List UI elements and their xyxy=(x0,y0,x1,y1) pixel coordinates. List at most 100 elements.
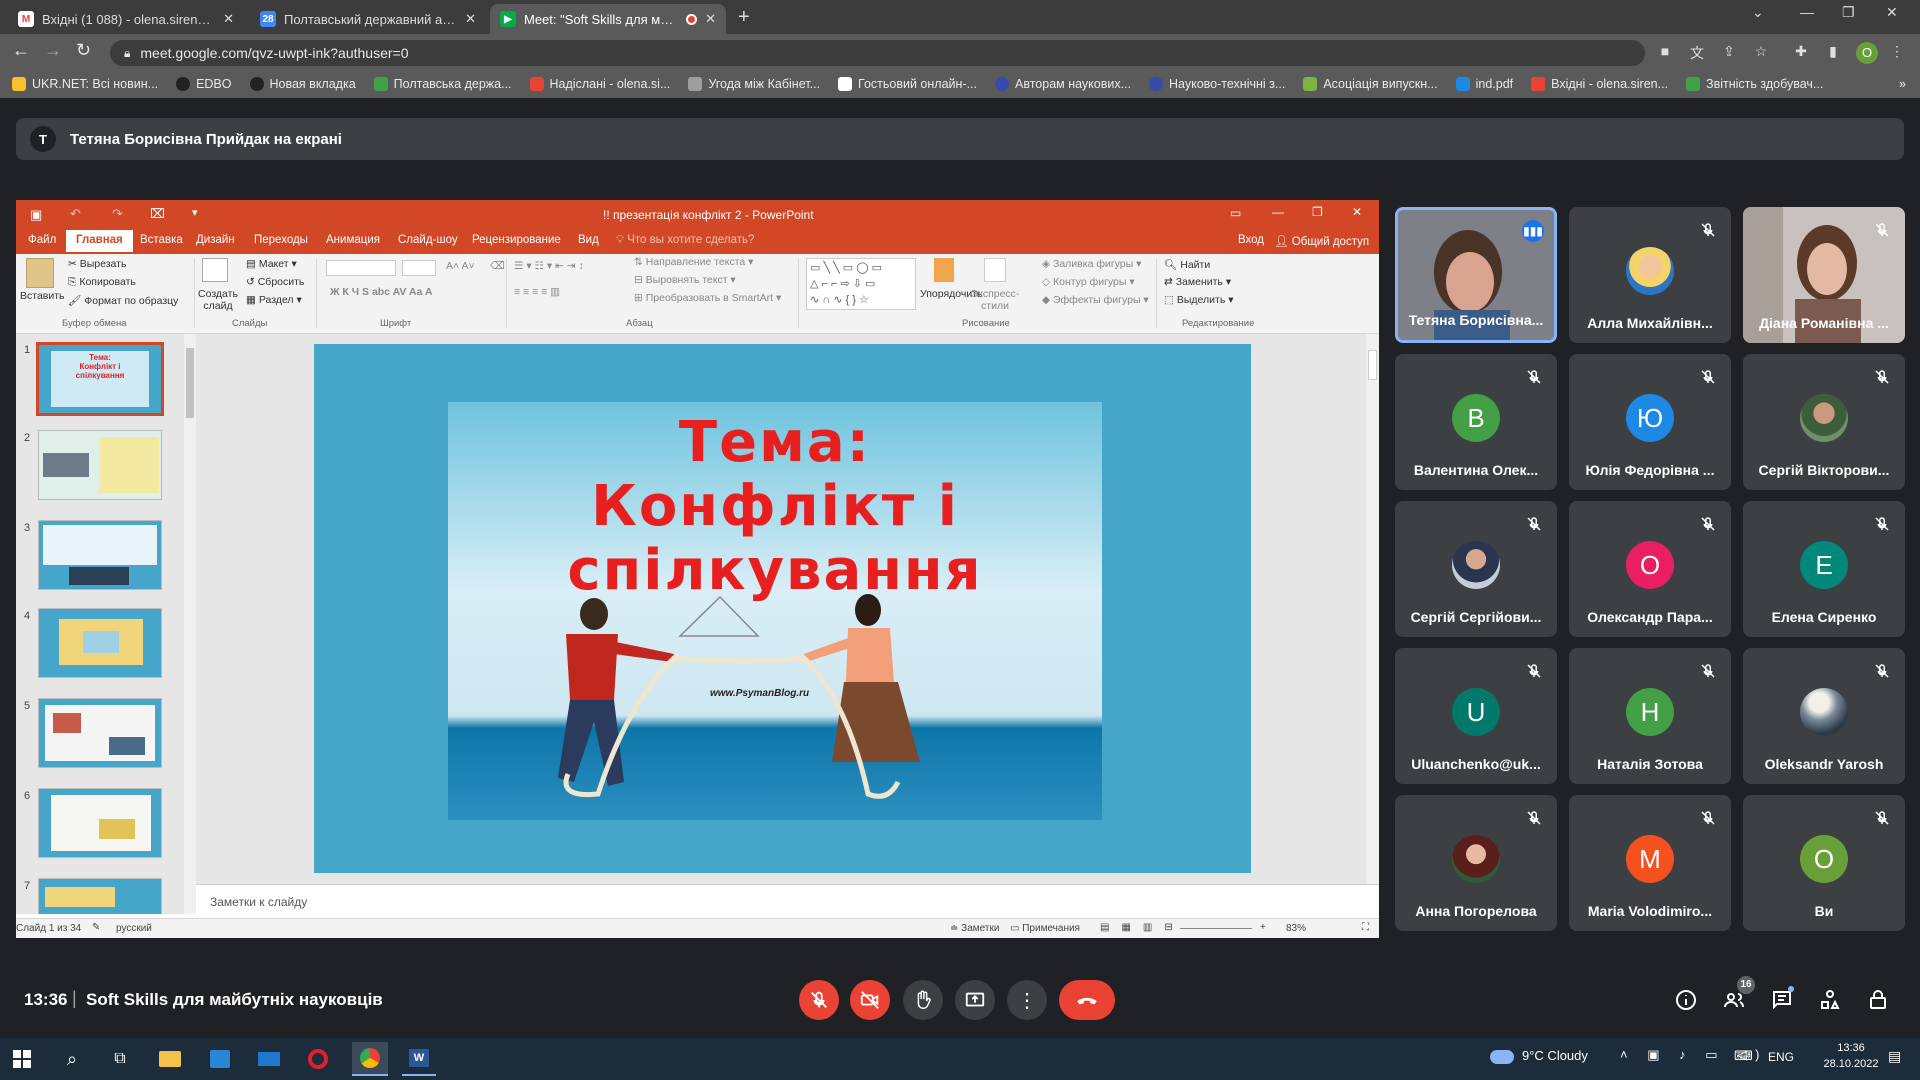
camera-icon[interactable]: ■ xyxy=(1656,43,1674,61)
activities-icon[interactable] xyxy=(1818,988,1842,1012)
slide-thumbnail-7[interactable] xyxy=(38,878,162,914)
taskbar-clock[interactable]: 13:36 28.10.2022 xyxy=(1820,1042,1882,1070)
close-tab-icon[interactable]: ✕ xyxy=(465,11,476,27)
list-buttons[interactable]: ☰ ▾ ☷ ▾ ⇤ ⇥ ↕ xyxy=(514,260,584,272)
bookmark-star-icon[interactable]: ☆ xyxy=(1752,43,1770,61)
replace-button[interactable]: ⇄ Заменить ▾ xyxy=(1164,276,1231,288)
profile-avatar[interactable]: O xyxy=(1856,42,1878,64)
tab-transitions[interactable]: Переходы xyxy=(254,234,308,246)
participant-tile[interactable]: ▮▮▮ Тетяна Борисівна... xyxy=(1395,207,1557,343)
text-direction-button[interactable]: ⇅ Направление текста ▾ xyxy=(634,256,753,268)
camera-toggle-button[interactable] xyxy=(850,980,890,1020)
search-icon[interactable]: ⌕ xyxy=(58,1045,86,1073)
notifications-icon[interactable]: ▤ xyxy=(1888,1048,1901,1065)
store-icon[interactable] xyxy=(206,1045,234,1073)
tab-slideshow[interactable]: Слайд-шоу xyxy=(398,234,458,246)
slide-thumbnail-1[interactable]: Тема: Конфлікт і спілкування xyxy=(36,342,164,416)
bookmark-item[interactable]: Новая вкладка xyxy=(249,77,356,91)
paste-icon[interactable] xyxy=(26,258,54,288)
participant-tile[interactable]: Анна Погорелова xyxy=(1395,795,1557,931)
participant-tile[interactable]: Oleksandr Yarosh xyxy=(1743,648,1905,784)
zoom-slider[interactable] xyxy=(1180,928,1252,929)
close-tab-icon[interactable]: ✕ xyxy=(223,11,234,27)
format-painter-button[interactable]: 🖌︎ Формат по образцу xyxy=(68,294,178,307)
forward-button[interactable]: → xyxy=(44,40,62,61)
close-tab-icon[interactable]: ✕ xyxy=(705,11,716,27)
participant-tile[interactable]: Діана Романівна ... xyxy=(1743,207,1905,343)
bookmark-item[interactable]: Асоціація випускн... xyxy=(1303,77,1438,91)
font-style-buttons[interactable]: Ж К Ч S abc AV Aa A xyxy=(330,286,432,298)
keyboard-icon[interactable]: ⌨ xyxy=(1734,1048,1753,1064)
bookmark-item[interactable]: Угода між Кабінет... xyxy=(688,77,820,91)
tell-me-box[interactable]: 💡︎ Что вы хотите сделать? xyxy=(616,234,754,247)
slide-thumbnail-3[interactable] xyxy=(38,520,162,590)
participant-tile[interactable]: О Олександр Пара... xyxy=(1569,501,1731,637)
zoom-level[interactable]: 83% xyxy=(1286,923,1306,934)
font-size-dropdown[interactable] xyxy=(402,260,436,276)
menu-icon[interactable]: ⋮ xyxy=(1888,43,1906,61)
bookmark-item[interactable]: ind.pdf xyxy=(1455,77,1513,91)
restore-button[interactable]: ❐ xyxy=(1842,4,1855,21)
shape-effects-button[interactable]: ◆ Эффекты фигуры ▾ xyxy=(1042,294,1149,306)
participant-tile[interactable]: Алла Михайлівн... xyxy=(1569,207,1731,343)
slide-thumbnail-2[interactable] xyxy=(38,430,162,500)
weather-cloud-icon[interactable] xyxy=(1490,1050,1514,1064)
redo-icon[interactable]: ↷ xyxy=(112,206,123,222)
slide-thumbnail-6[interactable] xyxy=(38,788,162,858)
chrome-icon[interactable] xyxy=(352,1042,388,1076)
reset-button[interactable]: ↺ Сбросить xyxy=(246,276,304,288)
font-name-dropdown[interactable] xyxy=(326,260,396,276)
bookmark-item[interactable]: UKR.NET: Всі новин... xyxy=(12,77,158,91)
back-button[interactable]: ← xyxy=(12,40,30,61)
ribbon-display-icon[interactable]: ▭ xyxy=(1230,206,1241,220)
customize-toolbar-icon[interactable]: ▾ xyxy=(192,206,198,219)
ppt-close-button[interactable]: ✕ xyxy=(1352,205,1362,219)
start-slideshow-icon[interactable]: ⌧ xyxy=(150,206,165,222)
sign-in-link[interactable]: Вход xyxy=(1238,234,1264,246)
tab-insert[interactable]: Вставка xyxy=(140,234,183,246)
cut-button[interactable]: ✂︎ Вырезать xyxy=(68,258,126,270)
quick-styles-button[interactable]: Экспресс-стили xyxy=(970,288,1020,312)
ppt-minimize-button[interactable]: — xyxy=(1272,205,1284,219)
windows-start-icon[interactable] xyxy=(8,1045,36,1073)
bookmark-item[interactable]: Надіслані - olena.si... xyxy=(529,77,670,91)
undo-icon[interactable]: ↶ xyxy=(70,206,81,222)
mail-icon[interactable] xyxy=(255,1045,283,1073)
participant-tile[interactable]: Сергій Вікторови... xyxy=(1743,354,1905,490)
extensions-icon[interactable]: ✚ xyxy=(1792,43,1810,61)
share-icon[interactable]: ⇪ xyxy=(1720,43,1738,61)
participant-tile[interactable]: В Валентина Олек... xyxy=(1395,354,1557,490)
bookmark-item[interactable]: Гостьовий онлайн-... xyxy=(838,77,977,91)
shape-outline-button[interactable]: ◇ Контур фигуры ▾ xyxy=(1042,276,1135,288)
leave-call-button[interactable] xyxy=(1059,980,1115,1020)
minimize-button[interactable]: — xyxy=(1800,4,1814,20)
notes-toggle[interactable]: ≐ Заметки xyxy=(950,923,999,934)
spellcheck-icon[interactable]: ✎ xyxy=(92,922,100,933)
new-slide-icon[interactable] xyxy=(202,258,228,282)
participant-tile[interactable]: U Uluanchenko@uk... xyxy=(1395,648,1557,784)
browser-tab-meet[interactable]: ▶ Meet: "Soft Skills для майбу ✕ xyxy=(490,4,726,34)
font-grow-icon[interactable]: A˄ A˅ xyxy=(446,260,475,272)
weather-text[interactable]: 9°C Cloudy xyxy=(1522,1048,1588,1063)
tab-animation[interactable]: Анимация xyxy=(326,234,380,246)
participant-tile[interactable]: Н Наталія Зотова xyxy=(1569,648,1731,784)
language-indicator[interactable]: ENG xyxy=(1768,1050,1794,1064)
align-text-button[interactable]: ⊟ Выровнять текст ▾ xyxy=(634,274,736,286)
slide-thumbnail-4[interactable] xyxy=(38,608,162,678)
tab-view[interactable]: Вид xyxy=(578,234,599,246)
smartart-button[interactable]: ⊞ Преобразовать в SmartArt ▾ xyxy=(634,292,781,304)
layout-button[interactable]: ▤ Макет ▾ xyxy=(246,258,297,270)
shape-fill-button[interactable]: ◈ Заливка фигуры ▾ xyxy=(1042,258,1141,270)
bookmark-item[interactable]: Полтавська держа... xyxy=(373,77,512,91)
browser-tab-university[interactable]: 28 Полтавський державний аграр ✕ xyxy=(250,4,486,34)
slide-thumbnail-5[interactable] xyxy=(38,698,162,768)
tab-review[interactable]: Рецензирование xyxy=(472,234,561,246)
opera-icon[interactable] xyxy=(304,1045,332,1073)
new-slide-button[interactable]: Создать слайд xyxy=(194,288,242,312)
info-icon[interactable] xyxy=(1674,988,1698,1012)
participant-tile[interactable]: О Ви xyxy=(1743,795,1905,931)
tab-file[interactable]: Файл xyxy=(28,234,56,246)
bookmark-item[interactable]: Звітність здобувач... xyxy=(1686,77,1823,91)
paste-button[interactable]: Вставить xyxy=(20,290,65,302)
task-view-icon[interactable]: ⧉ xyxy=(106,1045,134,1073)
